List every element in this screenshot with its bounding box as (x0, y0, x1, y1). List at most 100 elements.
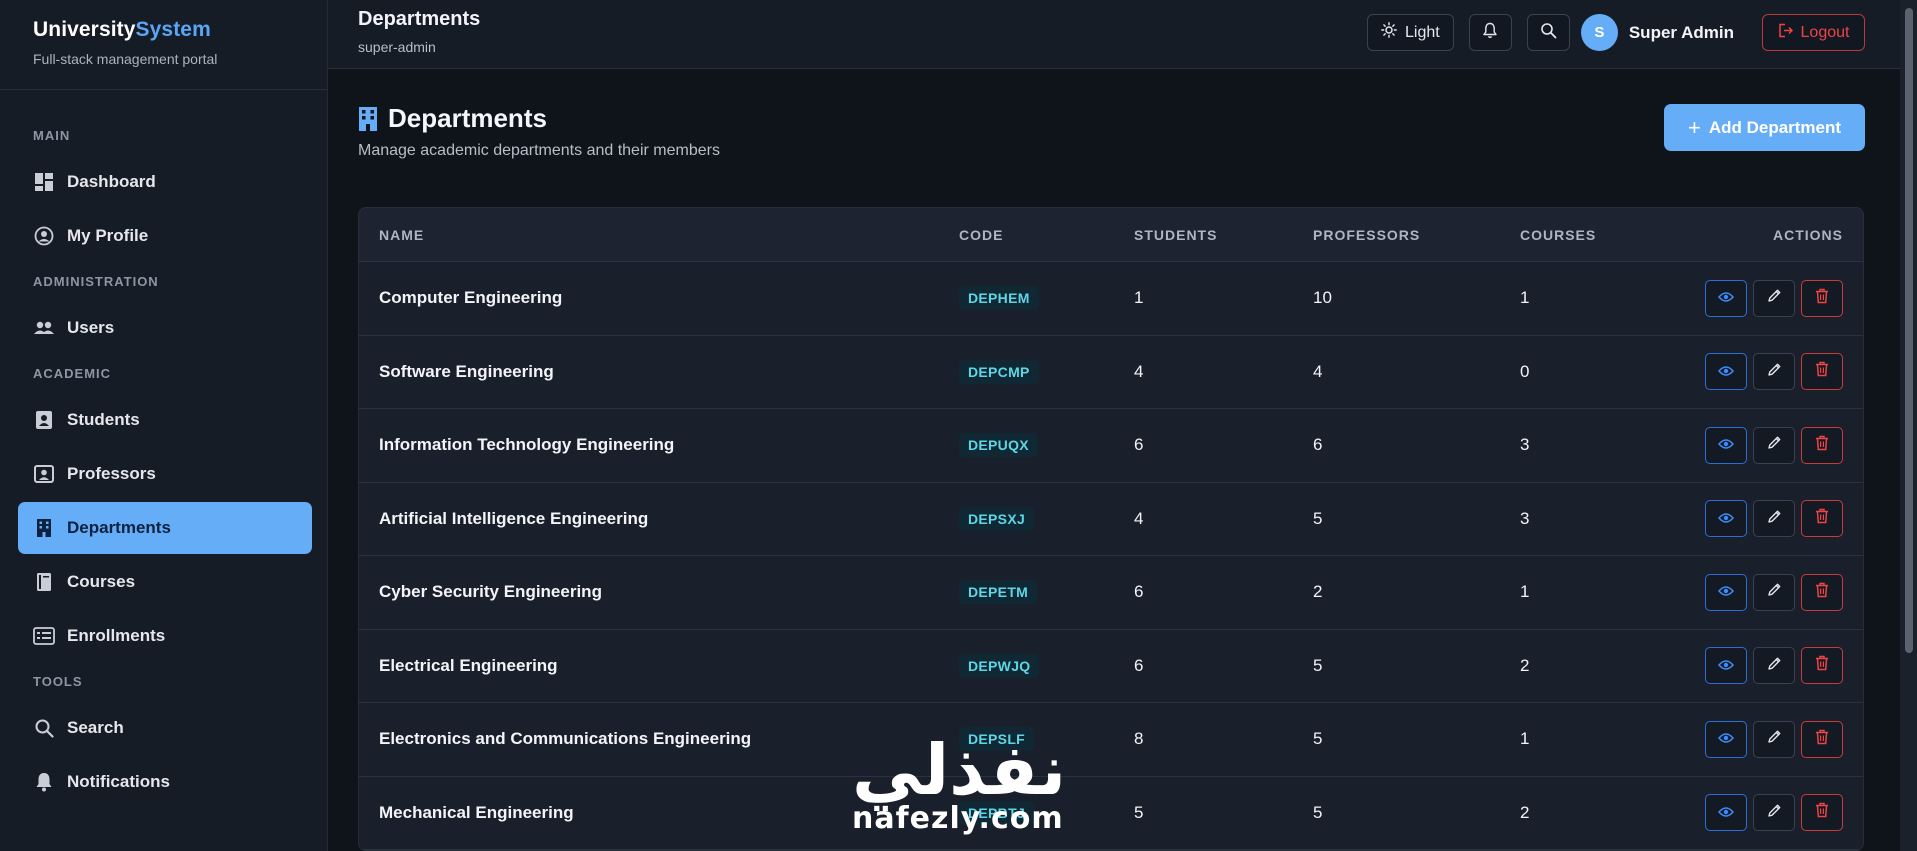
professors-count: 5 (1313, 508, 1323, 528)
topbar-heading: Departments super-admin (358, 0, 480, 55)
view-button[interactable] (1705, 647, 1747, 685)
departments-table: NAME CODE STUDENTS PROFESSORS COURSES AC… (358, 207, 1864, 851)
plus-icon: + (1687, 114, 1701, 140)
table-row: Information Technology Engineering DEPUQX… (359, 409, 1863, 483)
column-header-actions: ACTIONS (1773, 226, 1843, 243)
id-badge-icon (33, 463, 55, 485)
page-title: Departments (358, 103, 1865, 134)
view-button[interactable] (1705, 426, 1747, 464)
nav-section-main: MAIN (33, 128, 71, 143)
department-name: Electronics and Communications Engineeri… (379, 729, 752, 749)
view-button[interactable] (1705, 720, 1747, 758)
delete-button[interactable] (1801, 500, 1843, 538)
sidebar-item-departments[interactable]: Departments (18, 502, 312, 554)
edit-button[interactable] (1753, 573, 1795, 611)
delete-button[interactable] (1801, 279, 1843, 317)
sun-icon (1381, 22, 1397, 43)
brand: UniversitySystem Full-stack management p… (0, 0, 327, 90)
column-header-students[interactable]: STUDENTS (1134, 227, 1313, 243)
department-code-badge: DEPUQX (959, 433, 1038, 458)
students-count: 4 (1134, 508, 1144, 528)
eye-icon (1718, 509, 1734, 529)
professors-count: 10 (1313, 288, 1332, 308)
page-title-text: Departments (388, 103, 547, 133)
nav-section-administration: ADMINISTRATION (33, 274, 159, 289)
topbar-actions: Light S Super Admin Logout (1366, 14, 1865, 51)
row-actions (1670, 720, 1863, 758)
pencil-icon (1767, 656, 1782, 676)
courses-count: 3 (1520, 435, 1530, 455)
table-row: Computer Engineering DEPHEM 1 10 1 (359, 262, 1863, 336)
id-card-icon (33, 409, 55, 431)
users-icon (33, 317, 55, 339)
sidebar-item-notifications[interactable]: Notifications (18, 756, 312, 808)
sidebar-item-search[interactable]: Search (18, 702, 312, 754)
search-icon (33, 717, 55, 739)
sidebar-item-my-profile[interactable]: My Profile (18, 210, 312, 262)
search-button[interactable] (1526, 14, 1570, 51)
logout-button[interactable]: Logout (1762, 14, 1865, 51)
page-subtitle: Manage academic departments and their me… (358, 142, 720, 159)
column-header-professors[interactable]: PROFESSORS (1313, 227, 1520, 243)
brand-title-main: University (33, 18, 136, 41)
column-header-code[interactable]: CODE (959, 227, 1134, 243)
sidebar-item-courses[interactable]: Courses (18, 556, 312, 608)
sidebar-item-label: Courses (67, 572, 136, 591)
nav-section-tools: TOOLS (33, 674, 83, 689)
department-code-cell: DEPHEM (959, 286, 1134, 311)
delete-button[interactable] (1801, 353, 1843, 391)
add-department-button[interactable]: + Add Department (1664, 104, 1865, 151)
view-button[interactable] (1705, 794, 1747, 832)
view-button[interactable] (1705, 353, 1747, 391)
theme-toggle-button[interactable]: Light (1366, 14, 1454, 51)
students-count: 1 (1134, 288, 1144, 308)
delete-button[interactable] (1801, 720, 1843, 758)
edit-button[interactable] (1753, 279, 1795, 317)
department-code-badge: DEPETM (959, 580, 1038, 605)
column-header-name[interactable]: NAME (359, 227, 959, 243)
edit-button[interactable] (1753, 794, 1795, 832)
delete-button[interactable] (1801, 573, 1843, 611)
column-header-courses[interactable]: COURSES (1520, 227, 1670, 243)
app-root: UniversitySystem Full-stack management p… (0, 0, 1917, 851)
brand-title[interactable]: UniversitySystem (33, 18, 294, 42)
sidebar-item-users[interactable]: Users (18, 302, 312, 354)
sidebar-item-label: Users (67, 318, 115, 337)
sidebar-item-professors[interactable]: Professors (18, 448, 312, 500)
eye-icon (1718, 435, 1734, 455)
professors-count: 4 (1313, 361, 1323, 381)
delete-button[interactable] (1801, 647, 1843, 685)
edit-button[interactable] (1753, 426, 1795, 464)
row-actions (1670, 426, 1863, 464)
edit-button[interactable] (1753, 500, 1795, 538)
user-menu[interactable]: S Super Admin (1580, 14, 1734, 51)
dashboard-icon (33, 171, 55, 193)
eye-icon (1718, 582, 1734, 602)
page-scrollbar[interactable] (1900, 0, 1917, 851)
delete-button[interactable] (1801, 426, 1843, 464)
department-name: Electrical Engineering (379, 655, 558, 675)
sidebar-item-students[interactable]: Students (18, 394, 312, 446)
view-button[interactable] (1705, 279, 1747, 317)
department-code-badge: DEPCMP (959, 359, 1039, 384)
delete-button[interactable] (1801, 794, 1843, 832)
notifications-button[interactable] (1468, 14, 1512, 51)
brand-subtitle: Full-stack management portal (33, 51, 218, 67)
students-count: 6 (1134, 435, 1144, 455)
sidebar-item-dashboard[interactable]: Dashboard (18, 156, 312, 208)
scrollbar-thumb[interactable] (1905, 8, 1913, 653)
trash-icon (1815, 508, 1829, 529)
edit-button[interactable] (1753, 720, 1795, 758)
sidebar-item-enrollments[interactable]: Enrollments (18, 610, 312, 662)
edit-button[interactable] (1753, 353, 1795, 391)
edit-button[interactable] (1753, 647, 1795, 685)
user-circle-icon (33, 225, 55, 247)
pencil-icon (1767, 288, 1782, 308)
table-row: Electronics and Communications Engineeri… (359, 703, 1863, 777)
list-card-icon (33, 625, 55, 647)
view-button[interactable] (1705, 573, 1747, 611)
sidebar-item-label: Notifications (67, 772, 170, 791)
page-header: Departments Manage academic departments … (358, 103, 1865, 207)
book-icon (33, 571, 55, 593)
view-button[interactable] (1705, 500, 1747, 538)
